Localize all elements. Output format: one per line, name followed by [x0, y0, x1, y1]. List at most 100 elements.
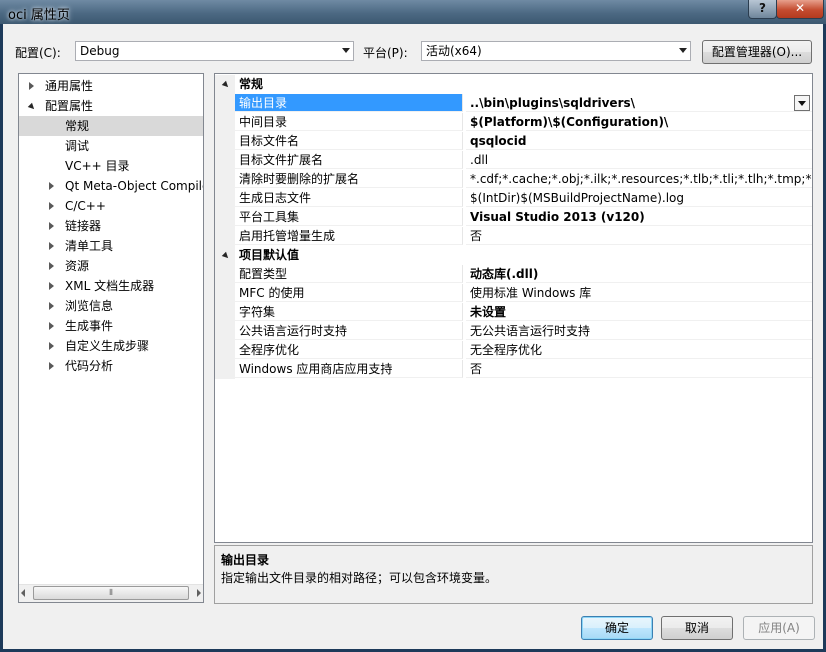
dialog-client: 配置(C): Debug 平台(P): 活动(x64) 配置管理器(O)... … — [3, 24, 823, 649]
tree-item[interactable]: 配置属性 — [19, 96, 203, 116]
grid-category-label: 常规 — [239, 77, 264, 91]
title-bar[interactable]: oci 属性页 ? ✕ — [0, 0, 826, 24]
property-value[interactable]: 动态库(.dll) — [466, 265, 812, 283]
tree-item[interactable]: 浏览信息 — [19, 296, 203, 316]
collapsed-arrow-icon[interactable] — [49, 342, 54, 350]
grid-property-row[interactable]: 目标文件名 qsqlocid — [215, 132, 812, 151]
tree-item[interactable]: 常规 — [19, 116, 203, 136]
tree-item[interactable]: C/C++ — [19, 196, 203, 216]
tree-item-label: 清单工具 — [65, 239, 114, 253]
tree-item-label: XML 文档生成器 — [65, 279, 155, 293]
collapsed-arrow-icon[interactable] — [49, 282, 54, 290]
scroll-left-icon[interactable] — [21, 589, 25, 597]
help-button[interactable]: ? — [748, 0, 777, 19]
property-grid[interactable]: 常规输出目录 ..\bin\plugins\sqldrivers\ 中间目录 $(Pl… — [214, 73, 813, 543]
collapsed-arrow-icon[interactable] — [49, 182, 54, 190]
grid-margin — [215, 151, 235, 170]
collapsed-arrow-icon[interactable] — [49, 322, 54, 330]
property-value[interactable]: $(IntDir)$(MSBuildProjectName).log — [466, 189, 812, 207]
dropdown-arrow-icon[interactable] — [794, 95, 810, 111]
collapsed-arrow-icon[interactable] — [49, 242, 54, 250]
collapsed-arrow-icon[interactable] — [49, 302, 54, 310]
tree-horizontal-scrollbar[interactable]: ⦀ — [19, 584, 203, 602]
property-value[interactable]: 否 — [466, 227, 812, 245]
property-name: Windows 应用商店应用支持 — [235, 360, 463, 378]
grid-margin — [215, 132, 235, 151]
tree-item[interactable]: 自定义生成步骤 — [19, 336, 203, 356]
property-value[interactable]: *.cdf;*.cache;*.obj;*.ilk;*.resources;*.… — [466, 170, 812, 188]
tree-item-label: C/C++ — [65, 199, 106, 213]
cancel-button[interactable]: 取消 — [661, 616, 733, 640]
property-name: 清除时要删除的扩展名 — [235, 170, 463, 188]
property-value[interactable]: Visual Studio 2013 (v120) — [466, 208, 812, 226]
platform-select[interactable]: 活动(x64) — [421, 41, 691, 61]
tree-item-label: 代码分析 — [65, 359, 114, 373]
property-value[interactable]: 使用标准 Windows 库 — [466, 284, 812, 302]
config-select[interactable]: Debug — [75, 41, 354, 61]
grid-property-row[interactable]: 输出目录 ..\bin\plugins\sqldrivers\ — [215, 94, 812, 113]
property-tree[interactable]: 通用属性配置属性常规 调试 VC++ 目录 Qt Meta-Object Compil… — [18, 73, 204, 603]
grid-property-row[interactable]: 启用托管增量生成否 — [215, 227, 812, 246]
grid-property-row[interactable]: 公共语言运行时支持 无公共语言运行时支持 — [215, 322, 812, 341]
property-name: 字符集 — [235, 303, 463, 321]
grid-property-row[interactable]: 清除时要删除的扩展名 *.cdf;*.cache;*.obj;*.ilk;*.re… — [215, 170, 812, 189]
property-value[interactable]: 否 — [466, 360, 812, 378]
grid-margin — [215, 227, 235, 246]
tree-item-label: 自定义生成步骤 — [65, 339, 150, 353]
property-value[interactable]: ..\bin\plugins\sqldrivers\ — [466, 94, 812, 112]
grid-category[interactable]: 常规 — [215, 75, 812, 94]
tree-item[interactable]: 生成事件 — [19, 316, 203, 336]
grid-property-row[interactable]: Windows 应用商店应用支持否 — [215, 360, 812, 379]
scroll-thumb[interactable]: ⦀ — [33, 586, 189, 600]
tree-item[interactable]: VC++ 目录 — [19, 156, 203, 176]
grid-property-row[interactable]: 平台工具集 Visual Studio 2013 (v120) — [215, 208, 812, 227]
grid-property-row[interactable]: 目标文件扩展名 .dll — [215, 151, 812, 170]
tree-item[interactable]: Qt Meta-Object Compile — [19, 176, 203, 196]
tree-item[interactable]: 调试 — [19, 136, 203, 156]
property-name: 目标文件名 — [235, 132, 463, 150]
tree-item-label: 浏览信息 — [65, 299, 114, 313]
property-value[interactable]: .dll — [466, 151, 812, 169]
collapsed-arrow-icon[interactable] — [49, 222, 54, 230]
expanded-arrow-icon[interactable] — [27, 102, 37, 112]
apply-button[interactable]: 应用(A) — [743, 616, 815, 640]
grid-category[interactable]: 项目默认值 — [215, 246, 812, 265]
tree-item[interactable]: 资源 — [19, 256, 203, 276]
property-value[interactable]: 无全程序优化 — [466, 341, 812, 359]
grid-margin — [215, 170, 235, 189]
config-manager-button[interactable]: 配置管理器(O)... — [702, 40, 812, 64]
ok-button[interactable]: 确定 — [581, 616, 653, 640]
property-name: 中间目录 — [235, 113, 463, 131]
grid-margin — [215, 322, 235, 341]
property-value[interactable]: $(Platform)\$(Configuration)\ — [466, 113, 812, 131]
tree-item[interactable]: 代码分析 — [19, 356, 203, 376]
close-button[interactable]: ✕ — [776, 0, 824, 19]
scroll-right-icon[interactable] — [197, 589, 201, 597]
collapsed-arrow-icon[interactable] — [49, 362, 54, 370]
grid-property-row[interactable]: 全程序优化 无全程序优化 — [215, 341, 812, 360]
tree-item[interactable]: 清单工具 — [19, 236, 203, 256]
collapsed-arrow-icon[interactable] — [49, 202, 54, 210]
collapsed-arrow-icon[interactable] — [49, 262, 54, 270]
tree-item-label: 链接器 — [65, 219, 102, 233]
grid-margin — [215, 303, 235, 322]
property-value[interactable]: 无公共语言运行时支持 — [466, 322, 812, 340]
property-name: 目标文件扩展名 — [235, 151, 463, 169]
property-value[interactable]: qsqlocid — [466, 132, 812, 150]
tree-item-label: 配置属性 — [45, 99, 94, 113]
grid-property-row[interactable]: 生成日志文件 $(IntDir)$(MSBuildProjectName).log — [215, 189, 812, 208]
tree-item[interactable]: XML 文档生成器 — [19, 276, 203, 296]
config-select-value: Debug — [80, 44, 120, 58]
grid-property-row[interactable]: 配置类型 动态库(.dll) — [215, 265, 812, 284]
property-name: 输出目录 — [235, 94, 463, 112]
grid-property-row[interactable]: 中间目录 $(Platform)\$(Configuration)\ — [215, 113, 812, 132]
collapsed-arrow-icon[interactable] — [29, 82, 34, 90]
grid-property-row[interactable]: 字符集 未设置 — [215, 303, 812, 322]
property-name: 全程序优化 — [235, 341, 463, 359]
tree-item[interactable]: 链接器 — [19, 216, 203, 236]
tree-item-label: 生成事件 — [65, 319, 114, 333]
tree-item[interactable]: 通用属性 — [19, 76, 203, 96]
property-value[interactable]: 未设置 — [466, 303, 812, 321]
description-title: 输出目录 — [221, 553, 270, 567]
grid-property-row[interactable]: MFC 的使用 使用标准 Windows 库 — [215, 284, 812, 303]
